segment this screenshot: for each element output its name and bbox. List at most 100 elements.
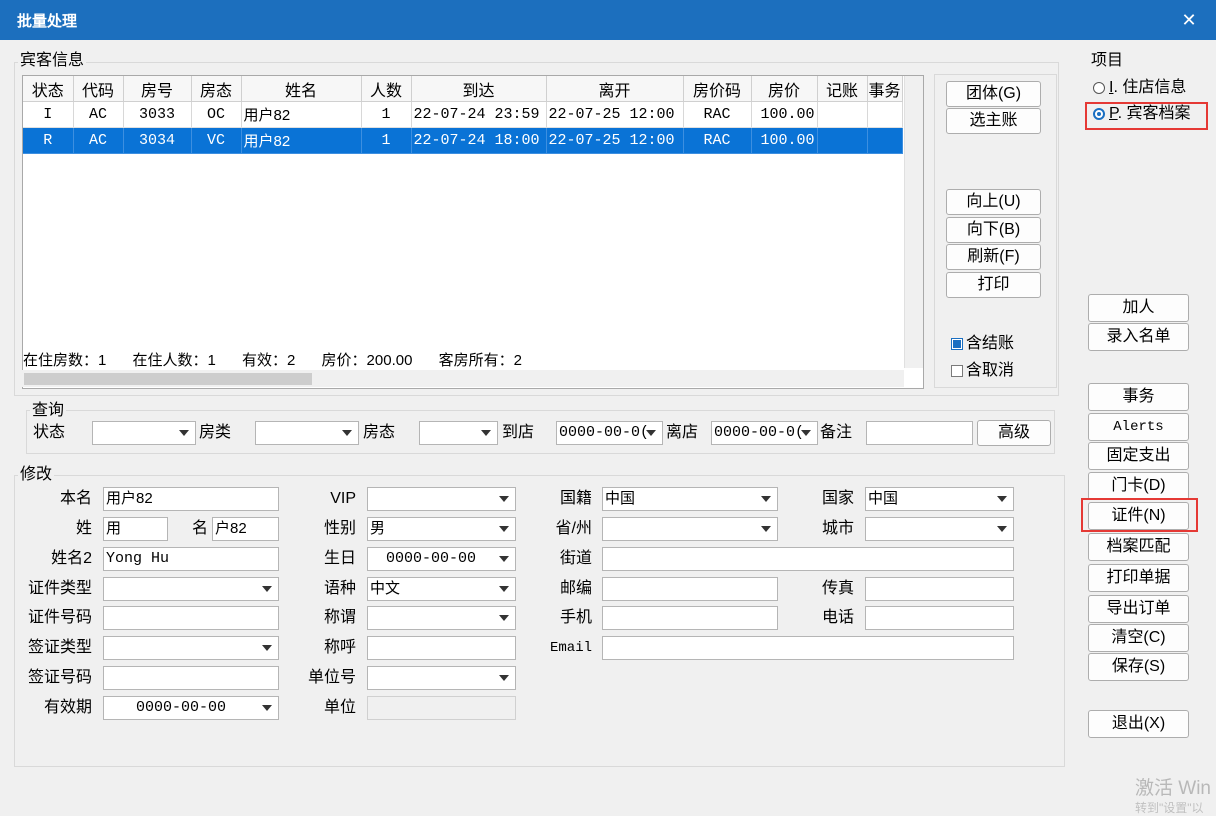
col-name[interactable]: 姓名 [241, 76, 362, 102]
guest-table[interactable]: 状态 代码 房号 房态 姓名 人数 到达 离开 房价码 房价 记账 事务 I A… [22, 75, 924, 389]
city-select[interactable] [865, 517, 1014, 541]
include-settled-checkbox[interactable] [951, 338, 963, 350]
chevron-down-icon [499, 496, 509, 502]
fax-input[interactable] [865, 577, 1014, 601]
cell-count: 1 [361, 101, 412, 128]
cell-rate: 100.00 [751, 101, 818, 128]
col-ledger[interactable]: 记账 [817, 76, 868, 102]
advanced-button[interactable]: 高级 [977, 420, 1051, 446]
refresh-button[interactable]: 刷新(F) [946, 244, 1041, 270]
query-room-type-select[interactable] [255, 421, 359, 445]
col-status[interactable]: 状态 [23, 76, 74, 102]
col-code[interactable]: 代码 [73, 76, 124, 102]
export-order-button[interactable]: 导出订单 [1088, 595, 1189, 623]
name2-input[interactable]: Yong Hu [103, 547, 279, 571]
col-rate[interactable]: 房价 [751, 76, 818, 102]
title-select[interactable] [367, 606, 516, 630]
close-icon[interactable]: ✕ [1176, 7, 1202, 33]
query-room-state-select[interactable] [419, 421, 498, 445]
gender-label: 性别 [323, 520, 356, 537]
table-row[interactable]: I AC 3033 OC 用户82 1 22-07-24 23:59 22-07… [23, 101, 903, 128]
mobile-input[interactable] [602, 606, 778, 630]
col-room-state[interactable]: 房态 [191, 76, 242, 102]
expiry-date[interactable]: 0000-00-00 [103, 696, 279, 720]
horizontal-scrollbar[interactable] [22, 370, 904, 387]
unit-no-select[interactable] [367, 666, 516, 690]
col-rate-code[interactable]: 房价码 [683, 76, 752, 102]
profile-match-button[interactable]: 档案匹配 [1088, 533, 1189, 561]
main-account-button[interactable]: 选主账 [946, 108, 1041, 134]
task-button[interactable]: 事务 [1088, 383, 1189, 411]
chevron-down-icon [499, 615, 509, 621]
col-task[interactable]: 事务 [867, 76, 903, 102]
table-header: 状态 代码 房号 房态 姓名 人数 到达 离开 房价码 房价 记账 事务 [23, 76, 903, 102]
clear-button[interactable]: 清空(C) [1088, 624, 1189, 652]
guest-grid: 状态 代码 房号 房态 姓名 人数 到达 离开 房价码 房价 记账 事务 I A… [23, 76, 903, 154]
option-i-label[interactable]: I. 住店信息 [1109, 77, 1186, 99]
query-arrive-date[interactable]: 0000-00-0( [556, 421, 663, 445]
street-input[interactable] [602, 547, 1014, 571]
group-button-label: 团体(G) [965, 85, 1022, 102]
col-count[interactable]: 人数 [361, 76, 412, 102]
query-depart-date[interactable]: 0000-00-0( [711, 421, 818, 445]
door-card-button[interactable]: 门卡(D) [1088, 472, 1189, 500]
include-settled-label[interactable]: 含结账 [966, 333, 1014, 355]
query-note-input[interactable] [866, 421, 973, 445]
col-arrive[interactable]: 到达 [411, 76, 547, 102]
query-status-select[interactable] [92, 421, 196, 445]
exit-button[interactable]: 退出(X) [1088, 710, 1189, 738]
save-button[interactable]: 保存(S) [1088, 653, 1189, 681]
id-number-input[interactable] [103, 606, 279, 630]
include-cancel-checkbox[interactable] [951, 365, 963, 377]
col-depart[interactable]: 离开 [546, 76, 684, 102]
fullname-input[interactable]: 用户82 [103, 487, 279, 511]
enter-list-button[interactable]: 录入名单 [1088, 323, 1189, 351]
move-up-label: 向上(U) [966, 193, 1021, 210]
fixed-expense-label: 固定支出 [1106, 447, 1171, 464]
project-label: 项目 [1089, 52, 1126, 70]
id-type-select[interactable] [103, 577, 279, 601]
task-label: 事务 [1122, 388, 1155, 405]
unit-input [367, 696, 516, 720]
activation-watermark-sub: 转到"设置"以 [1135, 801, 1204, 815]
phone-input[interactable] [865, 606, 1014, 630]
birthday-label: 生日 [323, 550, 356, 567]
group-button[interactable]: 团体(G) [946, 81, 1041, 107]
province-select[interactable] [602, 517, 778, 541]
surname-input[interactable]: 用 [103, 517, 168, 541]
fixed-expense-button[interactable]: 固定支出 [1088, 442, 1189, 470]
chevron-down-icon [342, 430, 352, 436]
country-select[interactable]: 中国 [865, 487, 1014, 511]
alerts-button[interactable]: Alerts [1088, 413, 1189, 441]
move-up-button[interactable]: 向上(U) [946, 189, 1041, 215]
cell-depart: 22-07-25 12:00 [546, 127, 684, 154]
print-button[interactable]: 打印 [946, 272, 1041, 298]
zip-input[interactable] [602, 577, 778, 601]
birthday-date[interactable]: 0000-00-00 [367, 547, 516, 571]
chevron-down-icon [997, 496, 1007, 502]
chevron-down-icon [499, 556, 509, 562]
move-down-button[interactable]: 向下(B) [946, 217, 1041, 243]
visa-number-input[interactable] [103, 666, 279, 690]
option-i-radio[interactable] [1093, 82, 1105, 94]
col-room[interactable]: 房号 [123, 76, 192, 102]
add-person-button[interactable]: 加人 [1088, 294, 1189, 322]
unit-label: 单位 [323, 699, 356, 716]
email-input[interactable] [602, 636, 1014, 660]
table-row-selected[interactable]: R AC 3034 VC 用户82 1 22-07-24 18:00 22-07… [23, 127, 903, 154]
print-doc-button[interactable]: 打印单据 [1088, 564, 1189, 592]
gender-select[interactable]: 男 [367, 517, 516, 541]
cell-rate-code: RAC [683, 101, 752, 128]
language-label: 语种 [323, 580, 356, 597]
language-select[interactable]: 中文 [367, 577, 516, 601]
salutation-input[interactable] [367, 636, 516, 660]
include-cancel-label[interactable]: 含取消 [966, 360, 1014, 382]
chevron-down-icon [179, 430, 189, 436]
given-name-input[interactable]: 户82 [212, 517, 279, 541]
scroll-thumb[interactable] [24, 373, 312, 385]
nationality-select[interactable]: 中国 [602, 487, 778, 511]
visa-type-select[interactable] [103, 636, 279, 660]
vertical-scrollbar[interactable] [904, 76, 923, 368]
clear-label: 清空(C) [1111, 629, 1166, 646]
vip-select[interactable] [367, 487, 516, 511]
